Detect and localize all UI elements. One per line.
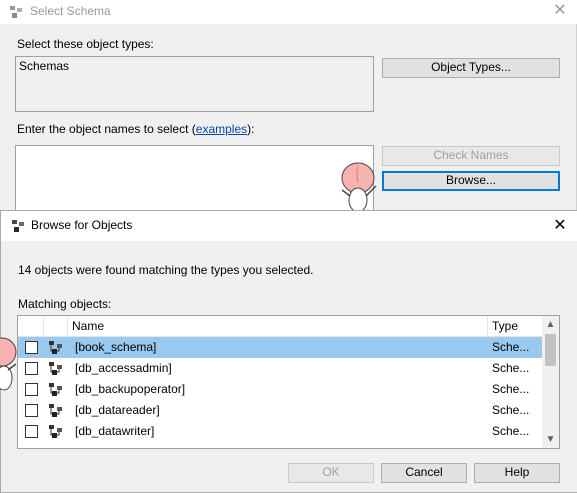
row-name: [db_datawriter] [75,424,155,438]
header-icon-column[interactable] [44,316,68,336]
row-type: Sche... [492,424,530,438]
row-checkbox[interactable] [25,404,38,417]
row-checkbox[interactable] [25,341,38,354]
object-names-label: Enter the object names to select (exampl… [17,122,255,136]
check-names-button[interactable]: Check Names [382,146,560,166]
schema-icon [49,404,62,417]
scrollbar-thumb[interactable] [545,334,556,366]
chevron-up-icon[interactable]: ▲ [542,316,559,333]
schema-icon [49,383,62,396]
close-icon[interactable]: ✕ [549,0,571,22]
examples-link[interactable]: examples [196,122,247,136]
schema-icon [49,362,62,375]
select-schema-title: Select Schema [30,4,111,18]
header-name[interactable]: Name [68,316,488,336]
row-name: [db_backupoperator] [75,382,186,396]
object-types-label: Select these object types: [17,37,154,51]
schema-icon [49,341,62,354]
matching-objects-label: Matching objects: [18,297,112,311]
help-button[interactable]: Help [474,463,560,483]
row-type: Sche... [492,403,530,417]
browse-for-objects-dialog: Browse for Objects ✕ 14 objects were fou… [0,210,577,493]
header-checkbox-column[interactable] [18,316,44,336]
object-types-value: Schemas [19,59,70,73]
list-header: Name Type [18,316,543,337]
row-type: Sche... [492,382,530,396]
browse-title: Browse for Objects [31,218,133,232]
header-type[interactable]: Type [488,316,543,336]
chevron-down-icon[interactable]: ▼ [542,431,559,448]
found-message: 14 objects were found matching the types… [18,263,314,277]
object-types-button[interactable]: Object Types... [382,58,560,78]
close-icon[interactable]: ✕ [549,215,571,237]
table-row[interactable]: [db_backupoperator] Sche... [18,379,543,400]
users-icon [10,6,22,18]
peach-sticker-icon [341,162,377,213]
row-name: [book_schema] [75,340,157,354]
select-schema-dialog: Select Schema ✕ Select these object type… [0,0,577,215]
object-types-field: Schemas [15,56,374,112]
row-checkbox[interactable] [25,362,38,375]
table-row[interactable]: [db_accessadmin] Sche... [18,358,543,379]
table-row[interactable]: [book_schema] Sche... [18,337,543,358]
ok-button[interactable]: OK [288,463,374,483]
row-type: Sche... [492,340,530,354]
object-names-input[interactable] [15,145,374,215]
row-name: [db_accessadmin] [75,361,172,375]
users-icon [12,220,24,232]
schema-icon [49,425,62,438]
row-checkbox[interactable] [25,383,38,396]
select-schema-titlebar: Select Schema ✕ [0,0,577,24]
table-row[interactable]: [db_datareader] Sche... [18,400,543,421]
table-row[interactable]: [db_datawriter] Sche... [18,421,543,442]
row-name: [db_datareader] [75,403,160,417]
browse-titlebar: Browse for Objects ✕ [1,211,577,241]
matching-objects-list[interactable]: Name Type [book_schema] Sche... [db_acce… [17,315,560,449]
peach-sticker-icon [0,337,17,391]
row-type: Sche... [492,361,530,375]
list-rows: [book_schema] Sche... [db_accessadmin] S… [18,337,543,442]
browse-button[interactable]: Browse... [382,171,560,191]
row-checkbox[interactable] [25,425,38,438]
cancel-button[interactable]: Cancel [381,463,467,483]
list-scrollbar[interactable]: ▲ ▼ [542,316,559,448]
